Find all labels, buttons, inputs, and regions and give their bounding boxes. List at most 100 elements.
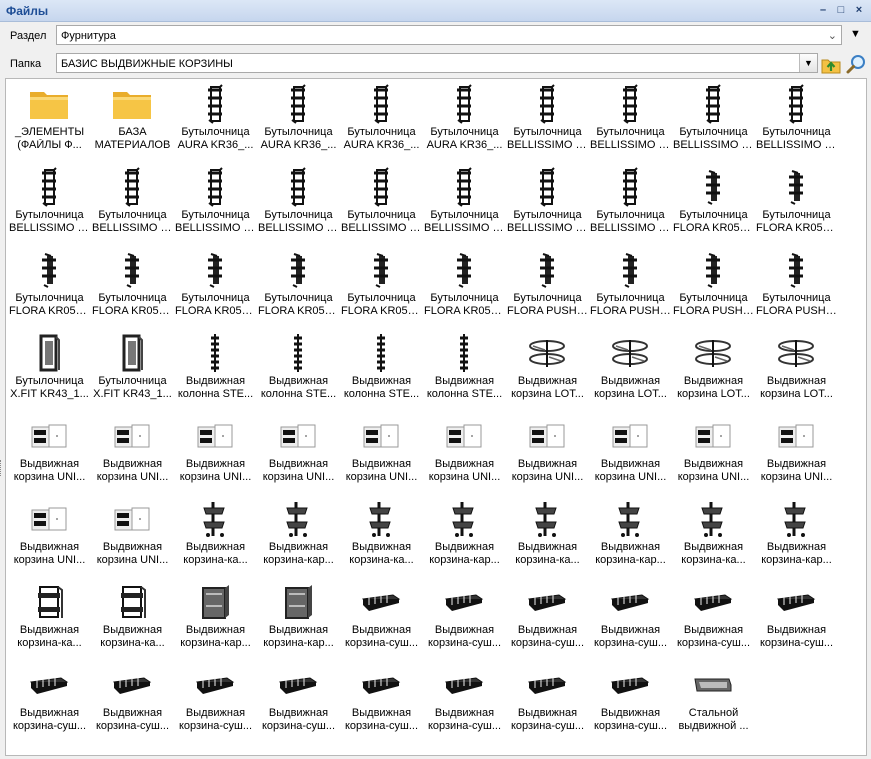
search-icon[interactable] [845, 53, 867, 75]
file-item[interactable]: Бутылочница BELLISSIMO K... [589, 79, 672, 162]
file-item[interactable]: Бутылочница BELLISSIMO K... [257, 162, 340, 245]
file-item[interactable]: БАЗА МАТЕРИАЛОВ [91, 79, 174, 162]
file-item[interactable]: Выдвижная корзина-суш... [506, 577, 589, 660]
file-item[interactable]: Выдвижная корзина-ка... [91, 577, 174, 660]
file-item[interactable]: Выдвижная корзина UNI... [8, 494, 91, 577]
file-item[interactable]: Выдвижная корзина-суш... [340, 660, 423, 743]
file-item[interactable]: Выдвижная корзина-кар... [257, 577, 340, 660]
file-item[interactable]: Выдвижная корзина LOT... [589, 328, 672, 411]
file-item-name-line2: BELLISSIMO K... [258, 222, 340, 234]
file-item[interactable]: Выдвижная корзина-кар... [174, 577, 257, 660]
file-item[interactable]: Выдвижная корзина UNI... [340, 411, 423, 494]
file-item[interactable]: Бутылочница AURA KR36_... [340, 79, 423, 162]
file-item[interactable]: Бутылочница AURA KR36_... [257, 79, 340, 162]
file-item[interactable]: Выдвижная корзина-кар... [423, 494, 506, 577]
file-item[interactable]: Выдвижная корзина UNI... [8, 411, 91, 494]
file-item[interactable]: Выдвижная корзина UNI... [91, 411, 174, 494]
file-item[interactable]: Выдвижная корзина UNI... [589, 411, 672, 494]
file-item[interactable]: Бутылочница BELLISSIMO K... [8, 162, 91, 245]
file-item[interactable]: Выдвижная корзина UNI... [174, 411, 257, 494]
file-item[interactable]: Бутылочница BELLISSIMO K... [506, 79, 589, 162]
section-select[interactable]: Фурнитура ⌄ [56, 25, 842, 45]
file-item[interactable]: Бутылочница BELLISSIMO P... [506, 162, 589, 245]
file-item-caption: Выдвижная корзина UNI... [8, 458, 91, 484]
file-item[interactable]: Выдвижная корзина UNI... [257, 411, 340, 494]
file-item[interactable]: Выдвижная корзина LOT... [755, 328, 838, 411]
file-item[interactable]: Выдвижная корзина-суш... [423, 660, 506, 743]
file-item[interactable]: Бутылочница FLORA KR05_... [257, 245, 340, 328]
file-item[interactable]: Бутылочница X.FIT KR43_1... [91, 328, 174, 411]
file-item[interactable]: Выдвижная корзина-суш... [672, 577, 755, 660]
file-item[interactable]: Выдвижная корзина-кар... [755, 494, 838, 577]
file-item[interactable]: Выдвижная корзина-суш... [755, 577, 838, 660]
file-item[interactable]: Бутылочница BELLISSIMO K... [174, 162, 257, 245]
file-item[interactable]: Бутылочница FLORA KR05_... [91, 245, 174, 328]
file-item[interactable]: Выдвижная корзина-суш... [423, 577, 506, 660]
chevron-down-icon[interactable]: ⌄ [828, 29, 837, 42]
file-item[interactable]: Бутылочница BELLISSIMO P... [340, 162, 423, 245]
folder-up-icon[interactable] [820, 53, 842, 75]
file-item[interactable]: Выдвижная корзина-кар... [589, 494, 672, 577]
minimize-button[interactable]: – [817, 3, 829, 17]
file-item[interactable]: Выдвижная корзина-ка... [8, 577, 91, 660]
file-item[interactable]: Бутылочница FLORA PUSH ... [672, 245, 755, 328]
close-button[interactable]: × [853, 3, 865, 17]
file-item[interactable]: Стальной выдвижной ... [672, 660, 755, 743]
file-item[interactable]: Выдвижная корзина-суш... [174, 660, 257, 743]
file-item[interactable]: Выдвижная корзина-суш... [257, 660, 340, 743]
file-item[interactable]: Выдвижная корзина-кар... [257, 494, 340, 577]
file-item[interactable]: Выдвижная корзина-суш... [340, 577, 423, 660]
file-item[interactable]: Бутылочница FLORA PUSH ... [589, 245, 672, 328]
file-item-name-line2: X.FIT KR43_1... [93, 388, 172, 400]
frame-rack-icon [29, 333, 69, 373]
file-item[interactable]: Бутылочница FLORA PUSH ... [755, 245, 838, 328]
maximize-button[interactable]: □ [835, 3, 847, 17]
file-item[interactable]: Выдвижная корзина-ка... [506, 494, 589, 577]
file-item[interactable]: Выдвижная корзина-суш... [506, 660, 589, 743]
file-item[interactable]: Бутылочница FLORA KR05_... [423, 245, 506, 328]
section-menu-arrow-icon[interactable]: ▼ [850, 28, 861, 40]
file-item[interactable]: Бутылочница FLORA KR05_... [8, 245, 91, 328]
file-item[interactable]: Выдвижная корзина LOT... [672, 328, 755, 411]
file-item[interactable]: Бутылочница X.FIT KR43_1... [8, 328, 91, 411]
file-item[interactable]: Выдвижная корзина-суш... [589, 577, 672, 660]
folder-select[interactable]: БАЗИС ВЫДВИЖНЫЕ КОРЗИНЫ ▼ [56, 53, 818, 73]
file-item[interactable]: Выдвижная корзина-ка... [174, 494, 257, 577]
file-item[interactable]: Выдвижная корзина UNI... [423, 411, 506, 494]
file-item[interactable]: Бутылочница BELLISSIMO K... [755, 79, 838, 162]
file-item[interactable]: Выдвижная колонна STE... [257, 328, 340, 411]
bottle-rack-small-icon [444, 250, 484, 290]
file-item[interactable]: Выдвижная корзина-суш... [8, 660, 91, 743]
file-item[interactable]: Выдвижная корзина UNI... [755, 411, 838, 494]
file-item-caption: Выдвижная корзина UNI... [672, 458, 755, 484]
file-item[interactable]: Выдвижная корзина UNI... [506, 411, 589, 494]
file-item[interactable]: Выдвижная колонна STE... [340, 328, 423, 411]
file-item[interactable]: _ЭЛЕМЕНТЫ (ФАЙЛЫ Ф... [8, 79, 91, 162]
splitter-grip[interactable] [0, 460, 4, 476]
bottle-rack-small-icon [361, 250, 401, 290]
file-item[interactable]: Бутылочница AURA KR36_... [423, 79, 506, 162]
file-item[interactable]: Бутылочница FLORA KR05_... [174, 245, 257, 328]
file-item[interactable]: Бутылочница AURA KR36_... [174, 79, 257, 162]
file-item[interactable]: Выдвижная корзина-ка... [340, 494, 423, 577]
file-item[interactable]: Бутылочница BELLISSIMO P... [589, 162, 672, 245]
file-item[interactable]: Бутылочница BELLISSIMO P... [423, 162, 506, 245]
file-item-name-line1: Бутылочница [181, 209, 250, 221]
file-item[interactable]: Выдвижная корзина-ка... [672, 494, 755, 577]
file-item[interactable]: Бутылочница FLORA KR05_... [340, 245, 423, 328]
file-item[interactable]: Выдвижная колонна STE... [423, 328, 506, 411]
folder-dropdown-button[interactable]: ▼ [799, 54, 817, 72]
file-item[interactable]: Бутылочница FLORA KR05_... [755, 162, 838, 245]
file-item[interactable]: Выдвижная корзина-суш... [589, 660, 672, 743]
file-item[interactable]: Бутылочница FLORA KR05_... [672, 162, 755, 245]
file-item-name-line1: Выдвижная [185, 375, 246, 387]
file-item[interactable]: Выдвижная колонна STE... [174, 328, 257, 411]
file-item[interactable]: Выдвижная корзина-суш... [91, 660, 174, 743]
section-row: Раздел Фурнитура ⌄ ▼ [0, 23, 871, 49]
file-item[interactable]: Выдвижная корзина UNI... [91, 494, 174, 577]
file-item[interactable]: Выдвижная корзина LOT... [506, 328, 589, 411]
file-item[interactable]: Бутылочница FLORA PUSH ... [506, 245, 589, 328]
file-item[interactable]: Бутылочница BELLISSIMO K... [91, 162, 174, 245]
file-item[interactable]: Выдвижная корзина UNI... [672, 411, 755, 494]
file-item[interactable]: Бутылочница BELLISSIMO K... [672, 79, 755, 162]
